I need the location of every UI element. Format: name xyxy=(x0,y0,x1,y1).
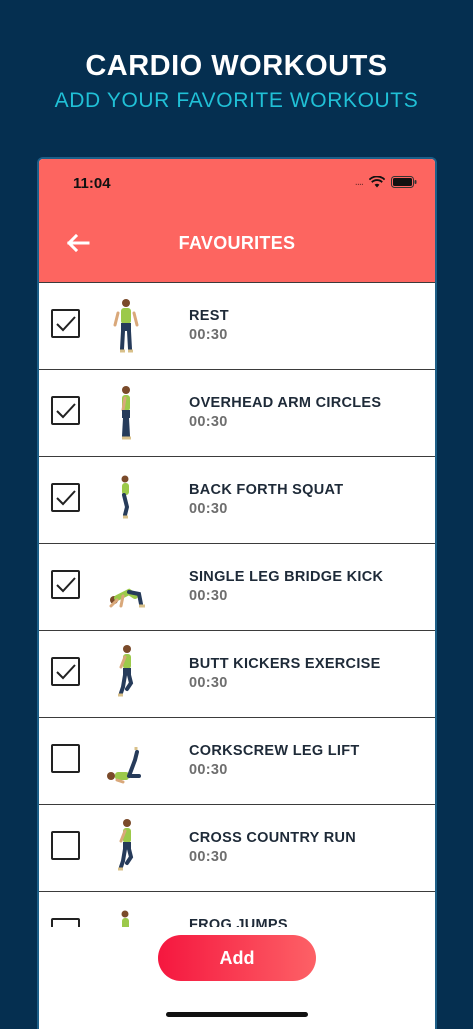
exercise-duration: 00:30 xyxy=(189,675,228,691)
checkbox-checked[interactable] xyxy=(51,309,80,338)
app-header: 11:04 .... FAVOURITES xyxy=(39,159,435,282)
list-item[interactable]: BACK FORTH SQUAT 00:30 xyxy=(39,456,435,543)
exercise-illustration xyxy=(101,469,151,531)
promo-title: CARDIO WORKOUTS xyxy=(85,50,388,82)
page-title: FAVOURITES xyxy=(178,233,296,253)
checkbox-unchecked[interactable] xyxy=(51,744,80,773)
exercise-illustration xyxy=(101,556,151,618)
exercise-illustration xyxy=(101,904,151,927)
exercise-duration: 00:30 xyxy=(189,501,228,517)
exercise-list[interactable]: REST 00:30 OVERHEAD ARM CIRCLES 00:30 BACK F… xyxy=(39,282,435,927)
checkbox-checked[interactable] xyxy=(51,483,80,512)
wifi-icon xyxy=(369,176,385,188)
list-item[interactable]: BUTT KICKERS EXERCISE 00:30 xyxy=(39,630,435,717)
list-item[interactable]: OVERHEAD ARM CIRCLES 00:30 xyxy=(39,369,435,456)
exercise-duration: 00:30 xyxy=(189,327,228,343)
exercise-name: CROSS COUNTRY RUN xyxy=(189,830,357,846)
exercise-duration: 00:30 xyxy=(189,762,228,778)
exercise-duration: 00:30 xyxy=(189,588,228,604)
exercise-name: SINGLE LEG BRIDGE KICK xyxy=(189,569,384,585)
exercise-name: BACK FORTH SQUAT xyxy=(189,482,344,498)
checkbox-unchecked[interactable] xyxy=(51,831,80,860)
exercise-illustration xyxy=(101,382,151,444)
exercise-illustration xyxy=(101,817,151,879)
home-indicator xyxy=(166,1012,308,1017)
exercise-duration: 00:30 xyxy=(189,414,228,430)
checkbox-unchecked[interactable] xyxy=(51,918,80,927)
list-item[interactable]: FROG JUMPS00:30 xyxy=(39,891,435,927)
phone-screen: 11:04 .... FAVOURITES REST 00:30 OVERHEA… xyxy=(37,157,437,1029)
exercise-illustration xyxy=(101,643,151,705)
exercise-duration: 00:30 xyxy=(189,849,228,865)
exercise-name: OVERHEAD ARM CIRCLES xyxy=(189,395,382,411)
list-item[interactable]: CROSS COUNTRY RUN 00:30 xyxy=(39,804,435,891)
exercise-illustration xyxy=(101,730,151,792)
checkbox-checked[interactable] xyxy=(51,396,80,425)
status-time: 11:04 xyxy=(73,175,111,192)
list-item[interactable]: CORKSCREW LEG LIFT 00:30 xyxy=(39,717,435,804)
signal-icon: .... xyxy=(354,176,364,188)
battery-icon xyxy=(391,176,417,188)
checkbox-checked[interactable] xyxy=(51,570,80,599)
checkbox-checked[interactable] xyxy=(51,657,80,686)
list-item[interactable]: SINGLE LEG BRIDGE KICK 00:30 xyxy=(39,543,435,630)
exercise-name: REST xyxy=(189,308,229,324)
add-button[interactable]: Add xyxy=(158,935,316,981)
promo-subtitle: ADD YOUR FAVORITE WORKOUTS xyxy=(54,89,419,112)
list-item[interactable]: REST 00:30 xyxy=(39,282,435,369)
exercise-name: BUTT KICKERS EXERCISE xyxy=(189,656,381,672)
exercise-name: CORKSCREW LEG LIFT xyxy=(189,743,360,759)
exercise-name: FROG JUMPS xyxy=(189,917,288,927)
status-icons: .... xyxy=(355,175,417,189)
exercise-illustration xyxy=(101,295,151,357)
